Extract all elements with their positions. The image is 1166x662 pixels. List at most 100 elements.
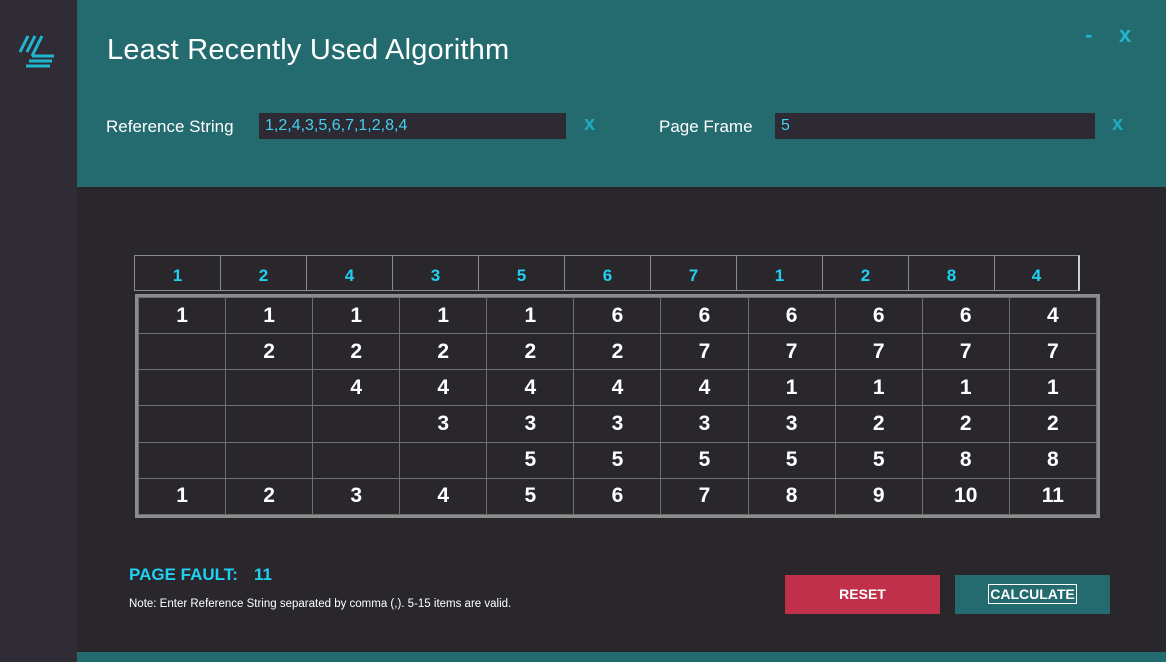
frame-cell: 1 [225,296,314,335]
frame-cell: 4 [486,369,575,407]
frame-cell: 6 [573,477,662,516]
reference-cell: 8 [908,255,994,291]
page-frame-label: Page Frame [659,117,753,136]
reference-cell: 4 [994,255,1080,291]
frame-cell [137,333,227,371]
reference-string-label: Reference String [106,117,234,136]
frame-cell: 1 [834,369,923,407]
frames-table: 1111166666422222777774444411113333322255… [137,296,1098,516]
frame-cell: 1 [1008,369,1098,407]
frame-cell: 5 [834,441,923,479]
frame-cell: 1 [312,296,401,335]
calculate-button[interactable]: CALCULATE [955,575,1110,614]
frame-cell: 6 [573,296,662,335]
reset-button[interactable]: RESET [785,575,940,614]
frame-cell [137,369,227,407]
frame-row: 444441111 [137,369,1098,407]
frame-cell [225,369,314,407]
frame-cell [137,405,227,443]
frame-cell: 5 [660,441,749,479]
frame-cell [312,441,401,479]
frame-cell: 6 [747,296,836,335]
frame-cell: 3 [486,405,575,443]
clear-reference-button[interactable]: x [584,113,595,136]
input-note: Note: Enter Reference String separated b… [129,598,512,610]
frame-cell: 4 [399,369,488,407]
reference-row: 1 2 4 3 5 6 7 1 2 8 4 [134,255,1080,291]
frame-cell: 10 [921,477,1010,516]
frame-cell: 3 [573,405,662,443]
page-title: Least Recently Used Algorithm [107,34,510,66]
frame-cell: 1 [137,296,227,335]
page-fault-summary: PAGE FAULT: 11 [129,565,272,585]
reference-cell: 2 [220,255,306,291]
frame-cell: 4 [399,477,488,516]
app-logo-icon [18,35,54,68]
frame-cell: 7 [834,333,923,371]
frame-cell: 3 [660,405,749,443]
frame-cell: 7 [660,477,749,516]
frame-row: 11111666664 [137,296,1098,335]
frame-cell: 8 [1008,441,1098,479]
frame-cell: 2 [225,333,314,371]
frame-cell: 5 [486,477,575,516]
frame-cell: 4 [312,369,401,407]
frame-cell: 2 [834,405,923,443]
frame-cell: 6 [660,296,749,335]
step-row: 1 2 3 4 5 6 7 8 9 10 11 [137,477,1098,516]
frame-row: 5555588 [137,441,1098,479]
frame-cell: 5 [486,441,575,479]
frame-cell: 7 [921,333,1010,371]
reference-cell: 3 [392,255,478,291]
frame-cell: 7 [660,333,749,371]
frame-cell: 1 [747,369,836,407]
frame-cell: 1 [486,296,575,335]
frame-cell: 5 [573,441,662,479]
frame-cell [225,405,314,443]
reference-cell: 4 [306,255,392,291]
frame-cell: 4 [1008,296,1098,335]
reference-cell: 2 [822,255,908,291]
clear-frame-button[interactable]: x [1112,113,1123,136]
reference-cell: 7 [650,255,736,291]
frame-cell: 2 [486,333,575,371]
frame-cell: 3 [747,405,836,443]
reference-string-input[interactable]: 1,2,4,3,5,6,7,1,2,8,4 [259,113,566,139]
frame-cell: 1 [399,296,488,335]
header: Least Recently Used Algorithm - x Refere… [77,0,1166,187]
frame-cell: 2 [312,333,401,371]
frame-cell: 2 [399,333,488,371]
frame-cell [225,441,314,479]
frames-grid: 1111166666422222777774444411113333322255… [135,294,1100,518]
frame-row: 33333222 [137,405,1098,443]
frame-cell: 3 [312,477,401,516]
page-fault-label: PAGE FAULT: [129,565,238,584]
frame-cell: 8 [921,441,1010,479]
frame-cell: 6 [834,296,923,335]
frame-cell: 7 [1008,333,1098,371]
bottom-bar [77,652,1166,662]
reference-cell: 5 [478,255,564,291]
page-fault-value: 11 [253,565,272,584]
frame-cell [312,405,401,443]
frame-cell: 3 [399,405,488,443]
minimize-button[interactable]: - [1085,22,1092,48]
frame-cell: 1 [921,369,1010,407]
frame-row: 2222277777 [137,333,1098,371]
page-frame-input[interactable]: 5 [775,113,1095,139]
reference-cell: 1 [736,255,822,291]
frame-cell: 6 [921,296,1010,335]
frame-cell: 9 [834,477,923,516]
frame-cell [399,441,488,479]
frame-cell: 5 [747,441,836,479]
frame-cell: 4 [660,369,749,407]
frame-cell: 8 [747,477,836,516]
sidebar [0,0,77,662]
reference-cell: 6 [564,255,650,291]
frame-cell: 11 [1008,477,1098,516]
frame-cell: 4 [573,369,662,407]
frame-cell: 7 [747,333,836,371]
close-button[interactable]: x [1119,22,1131,48]
reference-cell: 1 [134,255,220,291]
frame-cell: 1 [137,477,227,516]
